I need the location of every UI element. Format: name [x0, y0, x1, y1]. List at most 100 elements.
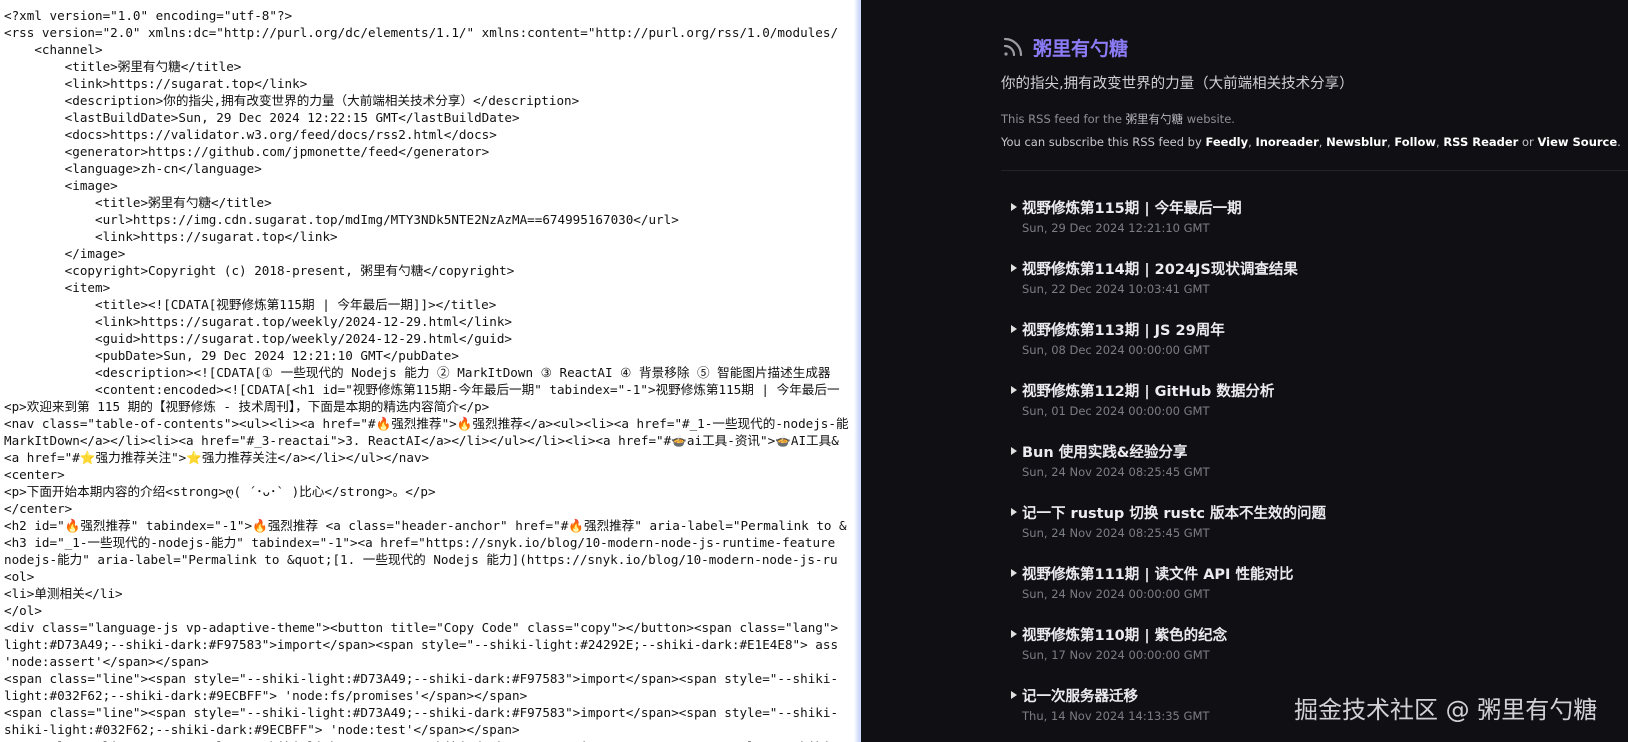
feed-item-title[interactable]: 记一次服务器迁移	[1022, 685, 1138, 706]
watermark: 掘金技术社区 @ 粥里有勺糖	[1294, 696, 1598, 724]
follow-link[interactable]: Follow	[1394, 135, 1436, 149]
triangle-right-icon[interactable]	[1011, 386, 1017, 394]
source-line: <center>	[4, 467, 65, 482]
feed-item[interactable]: Bun 使用实践&经验分享 Sun, 24 Nov 2024 08:25:45 G…	[1011, 440, 1571, 501]
triangle-right-icon[interactable]	[1011, 447, 1017, 455]
feed-description: 你的指尖,拥有改变世界的力量（大前端相关技术分享）	[1001, 76, 1354, 92]
source-line: 'node:assert'</span></span>	[4, 654, 209, 669]
triangle-right-icon[interactable]	[1011, 325, 1017, 333]
feed-item[interactable]: 记一下 rustup 切换 rustc 版本不生效的问题 Sun, 24 Nov …	[1011, 501, 1571, 562]
source-line: <link>https://sugarat.top/weekly/2024-12…	[4, 314, 512, 329]
source-line: </ol>	[4, 603, 42, 618]
triangle-right-icon[interactable]	[1011, 630, 1017, 638]
source-line: <title><![CDATA[视野修炼第115期 | 今年最后一期]]></t…	[4, 297, 497, 312]
source-line: <guid>https://sugarat.top/weekly/2024-12…	[4, 331, 512, 346]
feed-item-title[interactable]: 视野修炼第112期 | GitHub 数据分析	[1022, 380, 1274, 401]
source-line: <title>粥里有勺糖</title>	[4, 195, 272, 210]
source-line: <h3 id="_1-一些现代的-nodejs-能力" tabindex="-1…	[4, 535, 836, 550]
feed-item-title[interactable]: Bun 使用实践&经验分享	[1022, 441, 1187, 462]
feed-title: 粥里有勺糖	[1033, 37, 1129, 60]
feed-note: This RSS feed for the 粥里有勺糖 website.	[1001, 111, 1628, 127]
source-line: MarkItDown</a></li><li><a href="#_3-reac…	[4, 433, 839, 448]
feed-item-date: Sun, 24 Nov 2024 08:25:45 GMT	[1022, 465, 1210, 479]
source-line: <language>zh-cn</language>	[4, 161, 262, 176]
source-line: light:#D73A49;--shiki-dark:#F97583">impo…	[4, 637, 839, 652]
feed-item-date: Sun, 01 Dec 2024 00:00:00 GMT	[1022, 404, 1210, 418]
triangle-right-icon[interactable]	[1011, 691, 1017, 699]
source-line: shiki-light:#032F62;--shiki-dark:#9ECBFF…	[4, 722, 520, 737]
source-line: <url>https://img.cdn.sugarat.top/mdImg/M…	[4, 212, 679, 227]
source-line: <span class="line"><span style="--shiki-…	[4, 671, 839, 686]
source-line: <channel>	[4, 42, 103, 57]
feed-item-title[interactable]: 视野修炼第114期 | 2024JS现状调查结果	[1022, 258, 1298, 279]
source-line: <h2 id="🔥强烈推荐" tabindex="-1">🔥强烈推荐 <a cl…	[4, 518, 847, 533]
feed-item-header[interactable]: 视野修炼第110期 | 紫色的纪念	[1011, 623, 1571, 645]
source-line: <span class="line"><span style="--shiki-…	[4, 705, 839, 720]
inoreader-link[interactable]: Inoreader	[1255, 135, 1318, 149]
source-line: nodejs-能力" aria-label="Permalink to &quo…	[4, 552, 838, 567]
triangle-right-icon[interactable]	[1011, 569, 1017, 577]
triangle-right-icon[interactable]	[1011, 508, 1017, 516]
source-line: <generator>https://github.com/jpmonette/…	[4, 144, 490, 159]
feed-item-header[interactable]: Bun 使用实践&经验分享	[1011, 440, 1571, 462]
source-line: <link>https://sugarat.top</link>	[4, 76, 308, 91]
feed-item[interactable]: 视野修炼第110期 | 紫色的纪念 Sun, 17 Nov 2024 00:00:…	[1011, 623, 1571, 684]
feed-item-header[interactable]: 视野修炼第112期 | GitHub 数据分析	[1011, 379, 1571, 401]
source-line: <link>https://sugarat.top</link>	[4, 229, 338, 244]
feed-item-date: Sun, 22 Dec 2024 10:03:41 GMT	[1022, 282, 1210, 296]
triangle-right-icon[interactable]	[1011, 264, 1017, 272]
feed-item[interactable]: 视野修炼第114期 | 2024JS现状调查结果 Sun, 22 Dec 2024…	[1011, 257, 1571, 318]
source-line: <description>你的指尖,拥有改变世界的力量（大前端相关技术分享）</…	[4, 93, 580, 108]
source-line: <item>	[4, 280, 111, 295]
source-line: </image>	[4, 246, 126, 261]
subscribe-separator: ,	[1318, 135, 1327, 149]
feed-item[interactable]: 视野修炼第111期 | 读文件 API 性能对比 Sun, 24 Nov 2024…	[1011, 562, 1571, 623]
feed-item-date: Sun, 24 Nov 2024 08:25:45 GMT	[1022, 526, 1210, 540]
subscribe-period: .	[1617, 135, 1621, 149]
feed-title-row: 粥里有勺糖	[1001, 32, 1628, 62]
feed-item-title[interactable]: 视野修炼第113期 | JS 29周年	[1022, 319, 1225, 340]
source-line: <docs>https://validator.w3.org/feed/docs…	[4, 127, 497, 142]
view-source-link[interactable]: View Source	[1537, 135, 1617, 149]
source-line: <content:encoded><![CDATA[<h1 id="视野修炼第1…	[4, 382, 840, 397]
feed-item-date: Sun, 17 Nov 2024 00:00:00 GMT	[1022, 648, 1210, 662]
source-line: <nav class="table-of-contents"><ul><li><…	[4, 416, 849, 431]
source-line: <title>粥里有勺糖</title>	[4, 59, 242, 74]
source-line: <a href="#⭐强力推荐关注">⭐强力推荐关注</a></li></ul>…	[4, 450, 430, 465]
feed-item[interactable]: 视野修炼第115期 | 今年最后一期 Sun, 29 Dec 2024 12:21…	[1011, 196, 1571, 257]
source-line: <description><![CDATA[① 一些现代的 Nodejs 能力 …	[4, 365, 831, 380]
feed-item-date: Sun, 29 Dec 2024 12:21:10 GMT	[1022, 221, 1210, 235]
header-divider	[1001, 170, 1628, 171]
feed-note-suffix: website.	[1183, 112, 1235, 126]
source-line: <image>	[4, 178, 118, 193]
rss-icon	[1001, 35, 1025, 59]
rss-reader-link[interactable]: RSS Reader	[1443, 135, 1518, 149]
source-line: <p>下面开始本期内容的介绍<strong>ღ( ´･ᴗ･` )比心</stro…	[4, 484, 436, 499]
source-line: </center>	[4, 501, 73, 516]
feed-item-header[interactable]: 视野修炼第115期 | 今年最后一期	[1011, 196, 1571, 218]
feed-item-header[interactable]: 记一下 rustup 切换 rustc 版本不生效的问题	[1011, 501, 1571, 523]
rss-preview-pane: 粥里有勺糖 你的指尖,拥有改变世界的力量（大前端相关技术分享） This RSS…	[861, 0, 1628, 742]
feed-item-date: Sun, 24 Nov 2024 00:00:00 GMT	[1022, 587, 1210, 601]
feedly-link[interactable]: Feedly	[1205, 135, 1248, 149]
source-line: <?xml version="1.0" encoding="utf-8"?>	[4, 8, 293, 23]
source-line: <li>单测相关</li>	[4, 586, 123, 601]
feed-item-title[interactable]: 视野修炼第110期 | 紫色的纪念	[1022, 624, 1227, 645]
feed-item-title[interactable]: 记一下 rustup 切换 rustc 版本不生效的问题	[1022, 502, 1326, 523]
feed-item-header[interactable]: 视野修炼第111期 | 读文件 API 性能对比	[1011, 562, 1571, 584]
xml-source-pane: <?xml version="1.0" encoding="utf-8"?> <r…	[0, 0, 861, 742]
source-line: <pubDate>Sun, 29 Dec 2024 12:21:10 GMT</…	[4, 348, 459, 363]
feed-item-header[interactable]: 视野修炼第113期 | JS 29周年	[1011, 318, 1571, 340]
feed-item-header[interactable]: 视野修炼第114期 | 2024JS现状调查结果	[1011, 257, 1571, 279]
feed-item-title[interactable]: 视野修炼第115期 | 今年最后一期	[1022, 197, 1242, 218]
newsblur-link[interactable]: Newsblur	[1326, 135, 1387, 149]
triangle-right-icon[interactable]	[1011, 203, 1017, 211]
feed-item-title[interactable]: 视野修炼第111期 | 读文件 API 性能对比	[1022, 563, 1294, 584]
feed-item[interactable]: 视野修炼第113期 | JS 29周年 Sun, 08 Dec 2024 00:0…	[1011, 318, 1571, 379]
feed-note-site: 粥里有勺糖	[1125, 112, 1184, 126]
source-line: <span class="line"><span style="--shiki-…	[4, 738, 861, 742]
subscribe-note: You can subscribe this RSS feed by Feedl…	[1001, 135, 1628, 149]
feed-item[interactable]: 视野修炼第112期 | GitHub 数据分析 Sun, 01 Dec 2024 …	[1011, 379, 1571, 440]
feed-note-prefix: This RSS feed for the	[1001, 112, 1126, 126]
source-line: <lastBuildDate>Sun, 29 Dec 2024 12:22:15…	[4, 110, 520, 125]
